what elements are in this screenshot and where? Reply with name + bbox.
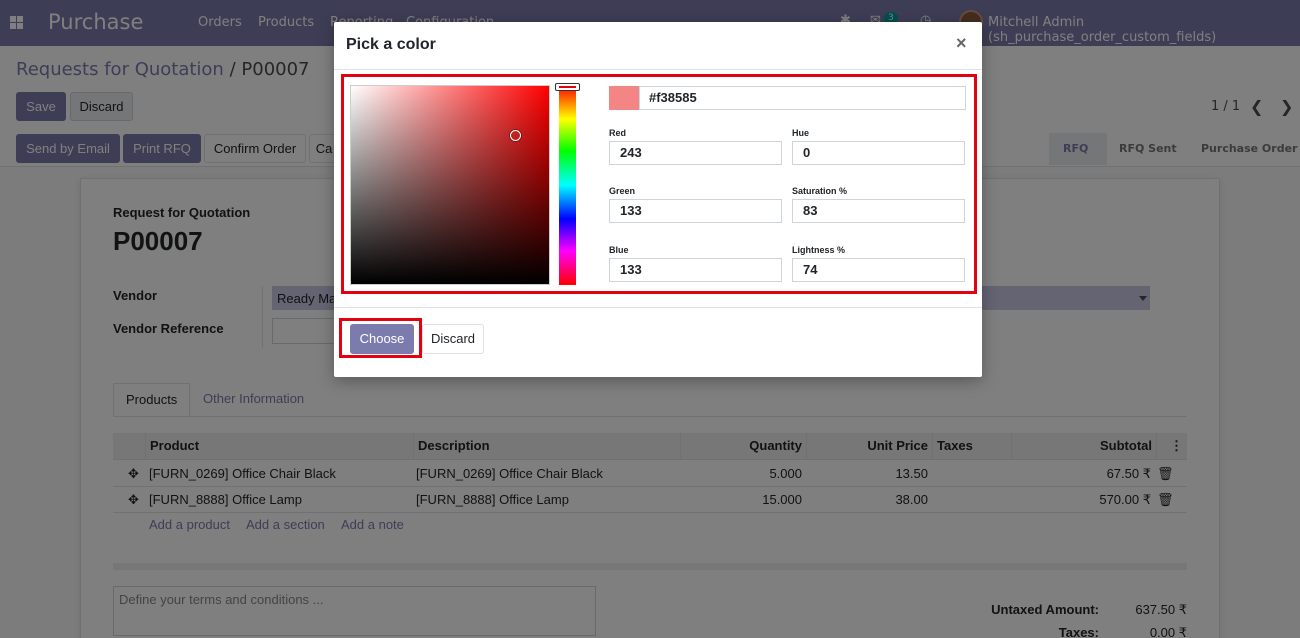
color-pointer[interactable]: [510, 130, 521, 141]
blue-input[interactable]: 133: [609, 258, 782, 282]
color-picker-dialog: Pick a color × #f38585 Red 243 Hue 0 Gre…: [334, 22, 982, 377]
green-label: Green: [609, 186, 636, 196]
close-icon[interactable]: ×: [956, 33, 967, 54]
green-input[interactable]: 133: [609, 199, 782, 223]
color-preview-swatch: [609, 86, 640, 110]
hue-slider-handle[interactable]: [555, 83, 580, 91]
saturation-lightness-area[interactable]: [350, 85, 550, 285]
lightness-label: Lightness %: [792, 245, 846, 255]
lightness-input[interactable]: 74: [792, 258, 965, 282]
red-input[interactable]: 243: [609, 141, 782, 165]
blue-label: Blue: [609, 245, 629, 255]
saturation-input[interactable]: 83: [792, 199, 965, 223]
footer-divider: [334, 307, 982, 308]
hue-label: Hue: [792, 128, 810, 138]
header-divider: [334, 69, 982, 70]
red-label: Red: [609, 128, 627, 138]
saturation-label: Saturation %: [792, 186, 848, 196]
dialog-discard-button[interactable]: Discard: [422, 324, 484, 354]
hex-input[interactable]: #f38585: [639, 86, 966, 110]
dialog-title: Pick a color: [346, 36, 436, 53]
hue-input[interactable]: 0: [792, 141, 965, 165]
choose-button[interactable]: Choose: [350, 324, 414, 354]
hue-slider-bar[interactable]: [559, 85, 576, 285]
